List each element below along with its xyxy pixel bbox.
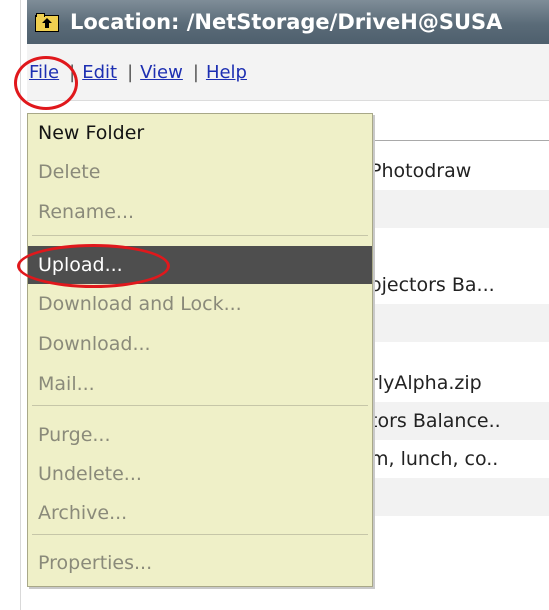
menu-item-download-and-lock: Download and Lock... — [38, 293, 242, 315]
menu-divider — [32, 235, 368, 236]
location-bar: Location: /NetStorage/DriveH@SUSA — [27, 0, 549, 44]
folder-up-icon[interactable] — [34, 12, 60, 33]
menu-divider — [32, 534, 368, 535]
left-border-line — [20, 0, 21, 610]
menu-view[interactable]: View — [140, 62, 183, 83]
menu-bar: File | Edit | View | Help — [27, 44, 549, 101]
menu-item-new-folder[interactable]: New Folder — [28, 118, 372, 148]
menu-divider — [32, 405, 368, 406]
menu-item-archive: Archive... — [38, 502, 128, 524]
file-name[interactable]: tors Balance.. — [370, 410, 501, 432]
file-dropdown-menu: New Folder Delete Rename... Upload... Do… — [27, 113, 373, 587]
file-name[interactable]: rlyAlpha.zip — [370, 372, 482, 394]
menu-file[interactable]: File — [29, 62, 59, 83]
menu-help[interactable]: Help — [206, 62, 247, 83]
menu-item-delete: Delete — [38, 161, 101, 183]
menu-item-rename: Rename... — [38, 201, 135, 223]
menu-separator: | — [69, 61, 76, 83]
file-name[interactable]: m, lunch, co.. — [370, 448, 498, 470]
file-name[interactable]: ojectors Ba... — [370, 274, 495, 296]
menu-item-mail: Mail... — [38, 373, 95, 395]
file-name[interactable]: Photodraw — [370, 160, 471, 182]
menu-separator: | — [192, 61, 199, 83]
menu-item-download: Download... — [38, 333, 151, 355]
menu-item-undelete: Undelete... — [38, 463, 142, 485]
menu-item-properties: Properties... — [38, 552, 153, 574]
menu-edit[interactable]: Edit — [82, 62, 117, 83]
menu-item-purge: Purge... — [38, 424, 111, 446]
menu-item-upload[interactable]: Upload... — [28, 246, 372, 284]
location-text: Location: /NetStorage/DriveH@SUSA — [70, 10, 503, 34]
menu-separator: | — [127, 61, 134, 83]
